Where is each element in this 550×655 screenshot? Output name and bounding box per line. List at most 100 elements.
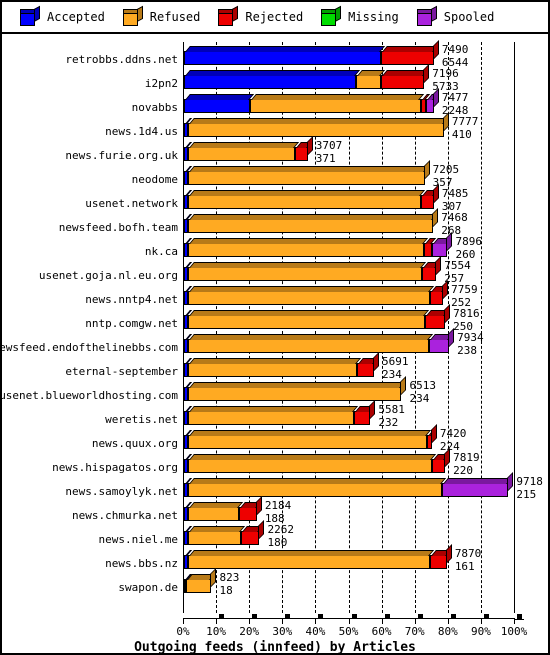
bar-total-value: 2184 [264, 499, 292, 512]
x-tick [315, 619, 317, 624]
x-tick [216, 619, 218, 624]
y-axis-label: usenet.goja.nl.eu.org [38, 269, 178, 282]
bar-secondary-value: 161 [454, 560, 475, 573]
y-axis-label: news.furie.org.uk [65, 149, 178, 162]
bar-secondary-value: 410 [451, 128, 472, 141]
y-axis-label: news.samoylyk.net [65, 485, 178, 498]
bar-total-value: 3707 [315, 139, 343, 152]
bar-total-value: 7490 [441, 43, 469, 56]
x-tick-3d [384, 614, 390, 619]
bar-segment-top [188, 166, 429, 172]
chart-row: news.bbs.nz 7870 161 [105, 544, 515, 573]
bar-segment-top [188, 382, 406, 388]
bar-segment-refused [187, 550, 435, 569]
x-tick-3d [517, 614, 522, 619]
bar-segment-top [188, 526, 246, 532]
bar-total-value: 823 [219, 571, 240, 584]
bar-segment-rejected [353, 400, 376, 425]
bar-secondary-value: 18 [219, 584, 233, 597]
bar-segment-rejected [424, 238, 436, 257]
bar-value-labels: 7759 252 [451, 284, 478, 308]
bar-value-labels: 2184 188 [265, 500, 292, 524]
chart-legend: Accepted Refused Rejected Missing Spooled [2, 2, 548, 34]
y-axis-label: neodome [131, 173, 178, 186]
bar-segment-top [188, 118, 448, 124]
x-tick-label: 0% [176, 625, 190, 638]
bar-segment-top [188, 214, 438, 220]
bar-segment-refused [187, 238, 429, 257]
x-tick-label: 40% [305, 625, 326, 638]
bar-segment-refused [187, 160, 430, 185]
x-tick-label: 30% [272, 625, 293, 638]
bar-segment-top [185, 70, 361, 76]
bar-segment-accepted [184, 94, 255, 113]
bar-value-labels: 7477 2248 [442, 92, 469, 116]
bar-value-labels: 7196 5733 [432, 68, 459, 92]
bar-segment-side [423, 64, 430, 84]
bar-segment-top [185, 46, 385, 52]
gridline-80 [447, 42, 449, 613]
bar-segment-spooled [442, 472, 514, 497]
chart-row: neodome 7205 357 [132, 160, 515, 188]
cube-icon-rejected [218, 5, 239, 26]
bar-total-value: 7870 [454, 547, 482, 560]
bar-secondary-value: 238 [457, 344, 477, 357]
y-axis-label: newsfeed.bofh.team [58, 221, 178, 234]
y-axis-label: newsfeed.endofthelinebbs.com [0, 341, 178, 354]
y-axis-label: news.niel.me [98, 533, 178, 546]
legend-item-refused: Refused [122, 5, 200, 26]
bar-total-value: 7485 [441, 187, 469, 200]
bar-segment-top [188, 430, 431, 436]
y-axis-label: swapon.de [118, 581, 178, 594]
bar-value-labels: 9718 215 [516, 476, 543, 500]
legend-label: Accepted [47, 10, 105, 24]
bar-segment-top [381, 70, 429, 76]
bar-segment-top [188, 238, 429, 244]
bar-value-labels: 7896 260 [455, 236, 482, 260]
bar-segment-spooled [431, 232, 453, 257]
chart-row: retrobbs.ddns.net 7490 6544 [65, 40, 515, 68]
bar-segment-rejected [431, 448, 451, 473]
x-tick [249, 619, 251, 624]
bar-segment-rejected [294, 136, 313, 161]
chart-row: novabbs 7477 2248 [132, 88, 515, 116]
y-axis-label: news.bbs.nz [105, 557, 178, 570]
x-axis-tick-labels: 0% 10% 20% 30% 40% 50% 60% 70% 80% 90% 100% [2, 625, 548, 639]
bar-value-labels: 2262 180 [267, 524, 294, 548]
bar-total-value: 7819 [453, 451, 480, 464]
chart-row: nk.ca 7896 260 [145, 232, 515, 260]
chart-row: news.nntp4.net 7759 252 [85, 280, 515, 308]
x-tick-3d [450, 614, 456, 619]
bar-secondary-value: 220 [453, 464, 474, 477]
x-tick [348, 619, 350, 624]
bar-segment-side [432, 40, 439, 60]
bar-value-labels: 7934 238 [457, 332, 484, 356]
y-axis-label: nk.ca [144, 245, 178, 258]
bar-segment-rejected [422, 256, 442, 281]
bar-segment-refused [187, 406, 358, 425]
y-axis-label: i2pn2 [144, 77, 178, 90]
cube-icon-accepted [20, 5, 40, 26]
bar-segment-top [185, 94, 255, 100]
x-tick-label: 60% [371, 625, 392, 638]
bar-segment-side [369, 400, 376, 420]
y-axis-label: usenet.blueworldhosting.com [0, 389, 178, 402]
bar-secondary-value: 215 [516, 488, 537, 501]
chart-row: usenet.goja.nl.eu.org 7554 257 [39, 256, 515, 284]
bar-segment-refused [185, 568, 217, 593]
x-tick-3d [252, 614, 258, 619]
chart-row: weretis.net 5581 232 [105, 400, 515, 428]
chart-row: usenet.blueworldhosting.com 6513 234 [2, 376, 515, 404]
bar-segment-refused [187, 502, 243, 521]
bar-segment-top [188, 550, 435, 556]
bar-total-value: 5691 [381, 355, 409, 368]
legend-item-missing: Missing [321, 5, 399, 26]
bar-segment-refused [187, 310, 430, 329]
bar-segment-refused [187, 526, 246, 545]
bar-segment-refused [187, 208, 439, 233]
bar-segment-side [400, 376, 407, 396]
gridline-100 [514, 42, 515, 613]
legend-label: Missing [348, 10, 399, 24]
y-axis-label: eternal-september [65, 365, 178, 378]
bar-value-labels: 6513 234 [409, 380, 436, 404]
